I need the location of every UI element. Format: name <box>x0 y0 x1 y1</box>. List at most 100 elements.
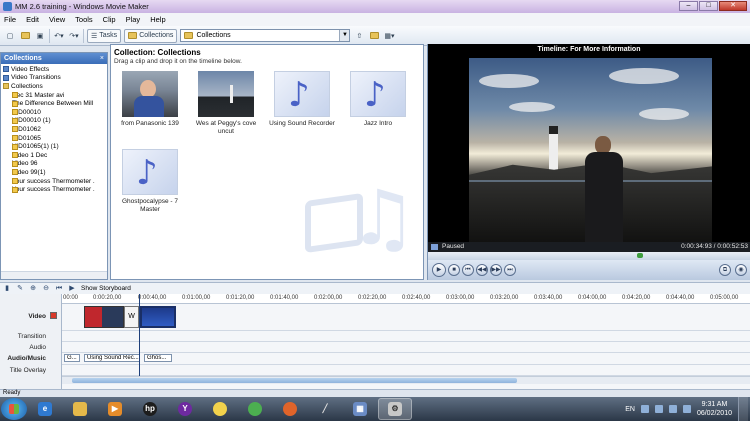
collection-icon <box>12 117 18 124</box>
stop-button[interactable]: ■ <box>448 264 460 276</box>
rewind-timeline-icon[interactable]: ⏮ <box>55 285 63 293</box>
tree-item-collections[interactable]: Collections <box>1 82 107 91</box>
clip-item[interactable]: from Panasonic 139 <box>114 71 186 128</box>
taskbar-firefox[interactable] <box>273 398 307 420</box>
menu-file[interactable]: File <box>4 15 16 24</box>
tree-item-video-transitions[interactable]: Video Transitions <box>1 74 107 83</box>
taskbar-media-player[interactable]: ▶ <box>98 398 132 420</box>
tree-item-collection[interactable]: Your success Thermometer . <box>1 177 107 186</box>
previous-frame-button[interactable]: ⏮ <box>462 264 474 276</box>
close-pane-icon[interactable]: × <box>100 53 104 64</box>
menu-play[interactable]: Play <box>126 15 141 24</box>
play-button[interactable]: ▶ <box>432 263 446 277</box>
taskbar-movie-maker[interactable]: ▦ <box>343 398 377 420</box>
flag-icon[interactable] <box>682 405 691 413</box>
take-picture-button[interactable]: ◉ <box>735 264 747 276</box>
tree-item-video-effects[interactable]: Video Effects <box>1 65 107 74</box>
tree-item-collection[interactable]: Video 96 <box>1 160 107 169</box>
network-icon[interactable] <box>654 405 663 413</box>
taskbar-pen-tool[interactable]: ╱ <box>308 398 342 420</box>
timeline-playhead[interactable] <box>139 294 140 376</box>
redo-icon[interactable]: ↷▾ <box>68 29 80 43</box>
taskbar-app-yellow[interactable] <box>203 398 237 420</box>
audio-clip[interactable]: G... <box>64 354 80 362</box>
open-project-icon[interactable] <box>19 29 31 43</box>
next-frame-button[interactable]: ⏭ <box>504 264 516 276</box>
chevron-down-icon[interactable]: ▼ <box>339 30 350 41</box>
fast-forward-button[interactable]: ▶▶ <box>490 264 502 276</box>
tree-item-collection[interactable]: Video 1 Dec <box>1 151 107 160</box>
tree-item-collection[interactable]: The Difference Between Mill <box>1 99 107 108</box>
timeline-scroll-thumb[interactable] <box>72 378 517 383</box>
video-track[interactable]: W <box>62 304 750 331</box>
tree-item-collection[interactable]: VID01065 <box>1 134 107 143</box>
tree-item-collection[interactable]: Dec 31 Master avi <box>1 91 107 100</box>
expand-video-track-icon[interactable] <box>50 312 57 319</box>
clock[interactable]: 9:31 AM 06/02/2010 <box>697 400 732 418</box>
show-storyboard-button[interactable]: Show Storyboard <box>81 285 131 292</box>
tree-item-collection[interactable]: Your success Thermometer . <box>1 185 107 194</box>
save-project-icon[interactable]: ▣ <box>34 29 46 43</box>
new-project-icon[interactable]: ▢ <box>4 29 16 43</box>
split-view-icon[interactable] <box>431 244 438 250</box>
taskbar-explorer[interactable] <box>63 398 97 420</box>
collections-horizontal-scrollbar[interactable] <box>1 271 107 279</box>
tasks-button[interactable]: ☰ Tasks <box>87 28 122 43</box>
audio-clip[interactable]: Ghos... <box>144 354 172 362</box>
video-frame[interactable] <box>469 58 712 242</box>
set-audio-levels-icon[interactable]: ▮ <box>3 285 11 293</box>
volume-icon[interactable] <box>668 405 677 413</box>
zoom-out-icon[interactable]: ⊖ <box>42 285 50 293</box>
taskbar-messenger[interactable] <box>238 398 272 420</box>
transition-track[interactable] <box>62 331 750 342</box>
collections-button[interactable]: Collections <box>124 28 178 43</box>
seek-bar[interactable] <box>428 252 750 260</box>
minimize-button[interactable]: – <box>679 1 698 11</box>
tree-item-collection[interactable]: VID00010 <box>1 108 107 117</box>
collection-location-dropdown[interactable]: Collections ▼ <box>180 29 351 42</box>
movie-maker-app-icon[interactable] <box>3 2 12 11</box>
new-collection-folder-icon[interactable] <box>368 29 380 43</box>
narrate-timeline-icon[interactable]: ✎ <box>16 285 24 293</box>
tree-item-collection[interactable]: VID01065(1) (1) <box>1 142 107 151</box>
help-icon[interactable] <box>640 405 649 413</box>
language-indicator[interactable]: EN <box>625 406 635 413</box>
up-one-level-icon[interactable]: ⇧ <box>353 29 365 43</box>
timeline-ruler[interactable]: 00:00 0:00:20,00 0:00:40,00 0:01:00,00 0… <box>62 294 750 304</box>
transition-clip[interactable]: W <box>124 306 139 328</box>
video-clip-selected[interactable] <box>140 306 176 328</box>
clip-item[interactable]: ♪ Ghostpocalypse - 7 Master <box>114 149 186 214</box>
show-desktop-button[interactable] <box>738 397 748 421</box>
video-clip[interactable] <box>84 306 124 328</box>
undo-icon[interactable]: ↶▾ <box>53 29 65 43</box>
clip-item[interactable]: Wes at Peggy's cove uncut <box>190 71 262 136</box>
split-clip-button[interactable]: ⧉ <box>719 264 731 276</box>
play-timeline-icon[interactable]: ▶ <box>68 285 76 293</box>
audio-clip[interactable]: Using Sound Rec... <box>84 354 140 362</box>
close-button[interactable]: ✕ <box>719 1 747 11</box>
taskbar-yahoo[interactable]: Y <box>168 398 202 420</box>
seek-slider-handle[interactable] <box>637 253 644 258</box>
audio-track[interactable] <box>62 342 750 353</box>
tree-item-collection[interactable]: Video 99(1) <box>1 168 107 177</box>
maximize-button[interactable]: □ <box>699 1 718 11</box>
taskbar-hp[interactable]: hp <box>133 398 167 420</box>
tree-item-collection[interactable]: VID00010 (1) <box>1 117 107 126</box>
menu-clip[interactable]: Clip <box>103 15 116 24</box>
audio-music-track[interactable]: G... Using Sound Rec... Ghos... <box>62 353 750 365</box>
menu-view[interactable]: View <box>49 15 65 24</box>
title-overlay-track[interactable] <box>62 365 750 376</box>
views-icon[interactable]: ▦▾ <box>383 29 395 43</box>
start-button[interactable] <box>1 398 27 420</box>
taskbar-internet-explorer[interactable]: e <box>28 398 62 420</box>
zoom-in-icon[interactable]: ⊕ <box>29 285 37 293</box>
menu-edit[interactable]: Edit <box>26 15 39 24</box>
clip-item[interactable]: ♪ Jazz Intro <box>342 71 414 128</box>
menu-tools[interactable]: Tools <box>75 15 93 24</box>
timeline-horizontal-scrollbar[interactable] <box>62 376 750 384</box>
tree-item-collection[interactable]: VID01062 <box>1 125 107 134</box>
taskbar-active-app[interactable]: ⚙ <box>378 398 412 420</box>
clip-item[interactable]: ♪ Using Sound Recorder <box>266 71 338 128</box>
menu-help[interactable]: Help <box>150 15 165 24</box>
rewind-button[interactable]: ◀◀ <box>476 264 488 276</box>
